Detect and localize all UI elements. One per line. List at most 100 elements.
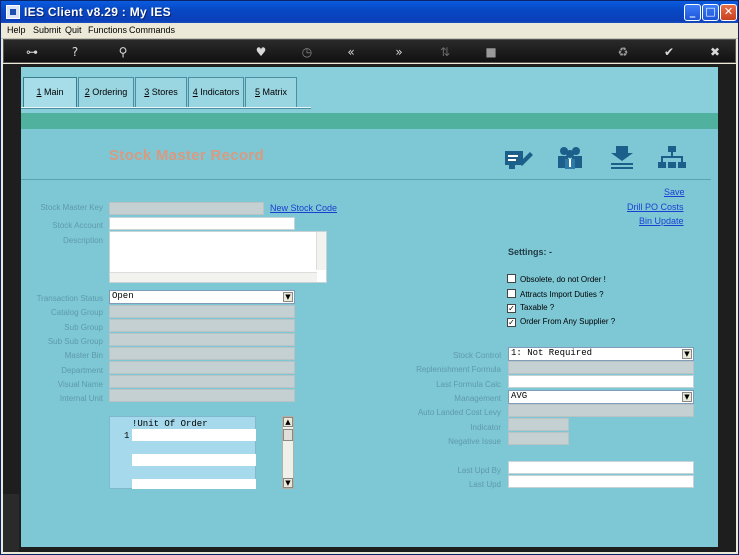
search-icon[interactable]: ⚲: [114, 43, 132, 61]
menu-submit[interactable]: Submit: [33, 25, 61, 35]
window-title: IES Client v8.29 : My IES: [24, 5, 171, 19]
recycle-icon[interactable]: ♻: [614, 43, 632, 61]
content-area: 1 Main 2 Ordering 3 Stores 4 Indicators …: [3, 64, 736, 552]
menu-quit[interactable]: Quit: [65, 25, 82, 35]
title-bar[interactable]: IES Client v8.29 : My IES _ □ ✕: [1, 1, 738, 23]
grid-header: !Unit Of Order: [132, 419, 208, 429]
users-icon[interactable]: [555, 145, 585, 171]
any-supplier-checkbox[interactable]: ✓ Order From Any Supplier ?: [507, 317, 615, 327]
menu-functions[interactable]: Functions: [88, 25, 127, 35]
chevron-down-icon[interactable]: ▼: [682, 349, 692, 359]
tab-ordering-label: Ordering: [89, 87, 128, 97]
square-icon[interactable]: ■: [482, 43, 500, 61]
last-upd-field[interactable]: [508, 475, 694, 488]
chevron-down-icon[interactable]: ▼: [283, 292, 293, 302]
taxable-checkbox-label: Taxable ?: [520, 303, 555, 312]
management-label: Management: [454, 394, 501, 403]
table-row[interactable]: [132, 454, 256, 466]
tab-indicators[interactable]: 4 Indicators: [188, 77, 244, 107]
close-icon[interactable]: ✖: [706, 43, 724, 61]
tab-matrix[interactable]: 5 Matrix: [245, 77, 297, 107]
stock-account-label: Stock Account: [52, 221, 103, 230]
check-icon[interactable]: ✓: [507, 318, 516, 327]
catalog-group-field[interactable]: [109, 305, 295, 318]
check-icon[interactable]: ✓: [507, 304, 516, 313]
check-icon[interactable]: ✔: [660, 43, 678, 61]
download-icon[interactable]: [607, 145, 637, 171]
sub-group-label: Sub Group: [64, 323, 103, 332]
auto-landed-cost-levy-field[interactable]: [508, 404, 694, 417]
table-row[interactable]: [132, 429, 256, 441]
last-formula-calc-field[interactable]: [508, 375, 694, 388]
sort-icon[interactable]: ⇅: [436, 43, 454, 61]
obsolete-checkbox-box[interactable]: [507, 274, 516, 283]
stock-master-key-field[interactable]: [109, 202, 264, 215]
clock-icon[interactable]: ◷: [298, 43, 316, 61]
master-bin-field[interactable]: [109, 347, 295, 360]
tab-indicators-label: Indicators: [197, 87, 240, 97]
settings-heading: Settings: -: [508, 247, 552, 257]
tab-stores[interactable]: 3 Stores: [135, 77, 187, 107]
last-upd-by-label: Last Upd By: [457, 466, 501, 475]
tab-ordering[interactable]: 2 Ordering: [78, 77, 134, 107]
taxable-checkbox[interactable]: ✓ Taxable ?: [507, 303, 554, 313]
help-icon[interactable]: ?: [66, 43, 84, 61]
scroll-thumb[interactable]: [283, 429, 293, 441]
toolbar: ⊶ ? ⚲ ♥ ◷ « » ⇅ ■ ♻ ✔ ✖: [3, 39, 736, 63]
internal-unit-label: Internal Unit: [59, 394, 103, 403]
header-band: [21, 113, 718, 129]
key-icon[interactable]: ⊶: [18, 43, 46, 61]
transaction-status-select[interactable]: Open ▼: [109, 290, 295, 304]
visual-name-field[interactable]: [109, 375, 295, 388]
grid-scrollbar[interactable]: ▲ ▼: [282, 416, 294, 489]
minimize-button[interactable]: _: [684, 4, 701, 21]
master-bin-label: Master Bin: [64, 351, 103, 360]
description-vscroll[interactable]: [316, 232, 326, 270]
internal-unit-field[interactable]: [109, 389, 295, 402]
maximize-button[interactable]: □: [702, 4, 719, 21]
department-field[interactable]: [109, 361, 295, 374]
description-hscroll[interactable]: [110, 272, 317, 282]
import-duties-checkbox-box[interactable]: [507, 289, 516, 298]
stock-account-field[interactable]: [109, 217, 295, 230]
hierarchy-icon[interactable]: [657, 145, 687, 171]
menu-commands[interactable]: Commands: [129, 25, 175, 35]
tab-underline: [21, 107, 311, 109]
indicator-field[interactable]: [508, 418, 569, 431]
menu-help[interactable]: Help: [7, 25, 26, 35]
stock-control-select[interactable]: 1: Not Required ▼: [508, 347, 694, 361]
unit-of-order-grid: !Unit Of Order 1: [109, 416, 256, 489]
menu-bar: Help Submit Quit Functions Commands: [1, 23, 738, 39]
visual-name-label: Visual Name: [57, 380, 103, 389]
department-label: Department: [61, 366, 103, 375]
scroll-down-icon[interactable]: ▼: [283, 478, 293, 488]
obsolete-checkbox[interactable]: Obsolete, do not Order !: [507, 274, 606, 284]
stock-master-key-label: Stock Master Key: [40, 203, 103, 212]
bin-update-link[interactable]: Bin Update: [639, 216, 684, 226]
stock-control-label: Stock Control: [452, 351, 501, 360]
rewind-icon[interactable]: «: [342, 43, 360, 61]
tab-main[interactable]: 1 Main: [23, 77, 77, 108]
fast-forward-icon[interactable]: »: [390, 43, 408, 61]
new-stock-code-link[interactable]: New Stock Code: [270, 203, 337, 213]
auto-landed-cost-levy-label: Auto Landed Cost Levy: [417, 408, 501, 417]
close-button[interactable]: ✕: [720, 4, 737, 21]
drill-po-costs-link[interactable]: Drill PO Costs: [627, 202, 684, 212]
replenishment-formula-field[interactable]: [508, 361, 694, 374]
any-supplier-checkbox-label: Order From Any Supplier ?: [520, 317, 616, 326]
edit-record-icon[interactable]: [503, 145, 533, 171]
import-duties-checkbox[interactable]: Attracts Import Duties ?: [507, 289, 604, 299]
tab-matrix-label: Matrix: [260, 87, 288, 97]
description-field[interactable]: [109, 231, 327, 283]
scroll-up-icon[interactable]: ▲: [283, 417, 293, 427]
chevron-down-icon[interactable]: ▼: [682, 392, 692, 402]
sub-group-field[interactable]: [109, 319, 295, 332]
sub-sub-group-field[interactable]: [109, 333, 295, 346]
heart-icon[interactable]: ♥: [252, 43, 270, 61]
management-value: AVG: [511, 391, 528, 401]
save-link[interactable]: Save: [664, 187, 685, 197]
table-row[interactable]: [132, 479, 256, 489]
management-select[interactable]: AVG ▼: [508, 390, 694, 404]
negative-issue-field[interactable]: [508, 432, 569, 445]
last-upd-by-field[interactable]: [508, 461, 694, 474]
